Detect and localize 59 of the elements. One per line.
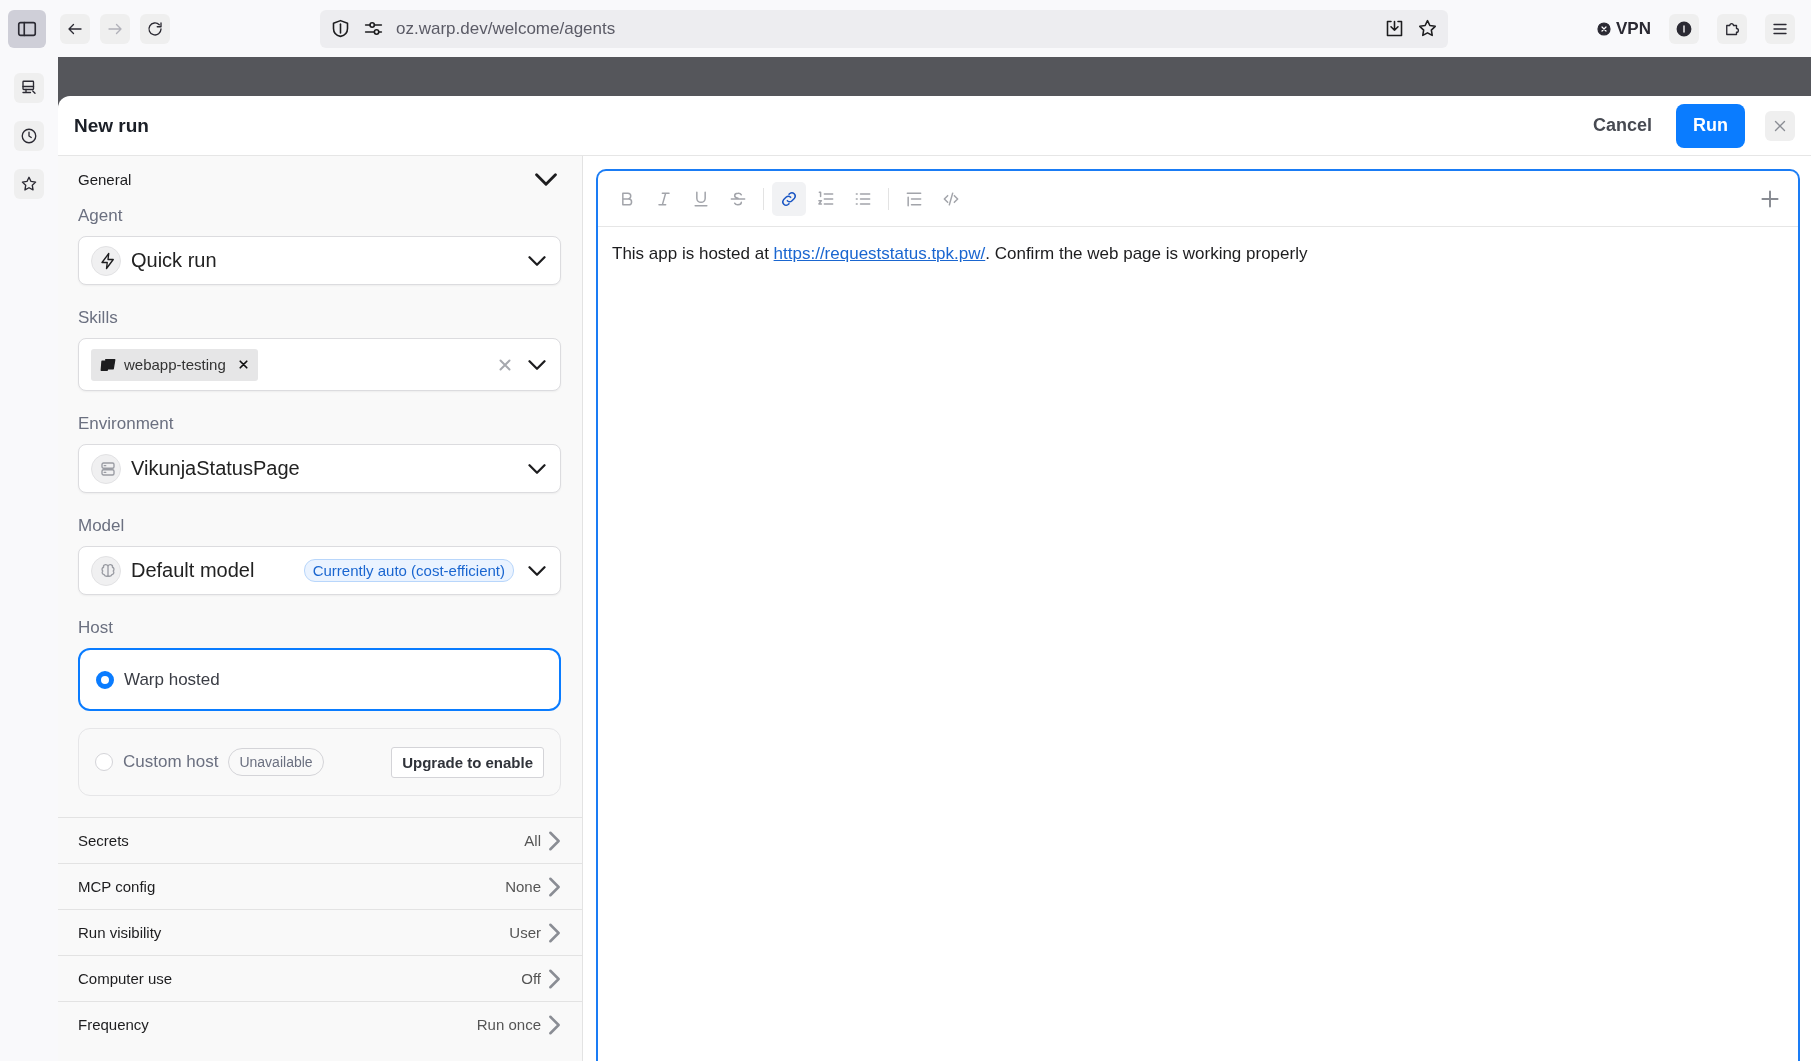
chevron-right-icon (549, 1014, 560, 1035)
field-label: Model (78, 515, 126, 537)
chevron-right-icon (549, 922, 560, 943)
bookmarks-button[interactable] (14, 169, 44, 199)
dropdown[interactable]: Quick run (78, 236, 561, 285)
settings-row[interactable]: Secrets All (58, 817, 582, 863)
settings-row[interactable]: Computer use Off (58, 955, 582, 1001)
extensions-button[interactable] (1717, 13, 1747, 44)
multi-select[interactable]: webapp-testing (78, 338, 561, 391)
host-option: Custom host Unavailable Upgrade to enable (78, 728, 561, 796)
field-label: Agent (78, 205, 124, 227)
bolt-icon (99, 251, 117, 270)
chevron-right-icon (549, 830, 560, 851)
vpn-button[interactable]: VPN (1596, 18, 1651, 39)
section-title: General (78, 170, 132, 188)
info-button[interactable] (1669, 13, 1699, 44)
x-circle-icon (1596, 20, 1613, 37)
field-label: Environment (78, 413, 175, 435)
link[interactable]: https://requeststatus.tpk.pw/ (773, 244, 986, 263)
back-button[interactable] (60, 13, 90, 44)
status-pill: Currently auto (cost-efficient) (303, 559, 514, 582)
chevron-down-icon (528, 463, 546, 474)
bookmark-star-icon (1417, 18, 1438, 39)
prompt-text: This app is hosted at https://requeststatus.tpk.pw/. Confirm the web page is working properly (611, 243, 1309, 265)
menu-button[interactable] (1765, 13, 1795, 44)
sidebar-toggle-button[interactable] (8, 9, 46, 48)
chevron-down-icon (528, 359, 546, 370)
device-button[interactable] (14, 73, 44, 103)
brain-icon (99, 561, 117, 580)
address-bar[interactable]: oz.warp.dev/welcome/agents (320, 9, 1448, 48)
history-button[interactable] (14, 121, 44, 151)
field-label: Skills (78, 307, 119, 329)
chevron-down-icon (528, 565, 546, 576)
radio-button[interactable] (96, 670, 114, 689)
shield-icon (330, 18, 351, 39)
cancel-button[interactable]: Cancel (1588, 109, 1656, 142)
host-option[interactable]: Warp hosted (78, 648, 561, 711)
settings-row[interactable]: Run visibility User (58, 909, 582, 955)
close-icon (236, 358, 250, 371)
chevron-right-icon (549, 876, 560, 897)
server-icon (99, 459, 117, 478)
run-button[interactable]: Run (1676, 103, 1745, 148)
field-label: Host (78, 617, 114, 639)
close-button[interactable] (1765, 110, 1795, 141)
section-header[interactable]: General (78, 156, 561, 202)
tag-label: webapp-testing (124, 356, 226, 373)
text-editor[interactable]: This app is hosted at https://requeststatus.tpk.pw/. Confirm the web page is working properly (596, 169, 1800, 1061)
dialog-title: New run (74, 114, 149, 137)
chevron-down-icon (528, 255, 546, 266)
settings-row[interactable]: MCP config None (58, 863, 582, 909)
settings-row[interactable]: Frequency Run once (58, 1001, 582, 1047)
chevron-right-icon (549, 968, 560, 989)
url-text: oz.warp.dev/welcome/agents (396, 18, 617, 39)
dropdown[interactable]: Default model Currently auto (cost-efficient) (78, 546, 561, 595)
download-icon (1384, 18, 1405, 39)
link-button[interactable] (772, 181, 806, 216)
clock-icon (20, 126, 38, 146)
dropdown[interactable]: VikunjaStatusPage (78, 444, 561, 493)
reload-button[interactable] (140, 13, 170, 44)
